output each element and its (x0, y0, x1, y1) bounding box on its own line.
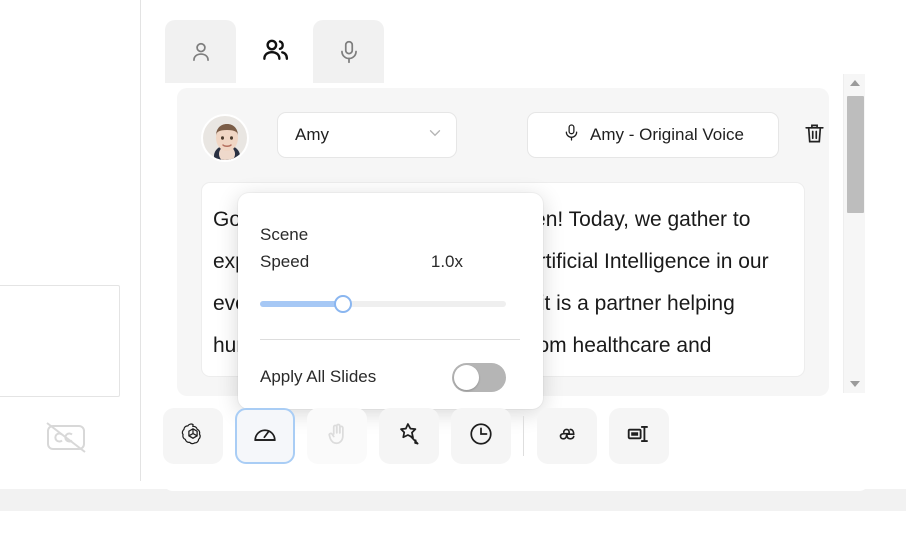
voice-select-button[interactable]: Amy - Original Voice (527, 112, 779, 158)
apply-all-slides-row: Apply All Slides (260, 361, 520, 393)
microphone-icon (336, 39, 362, 65)
ae-ligature-icon (554, 421, 580, 452)
scrollbar-thumb[interactable] (847, 96, 864, 213)
speaker-header-row: Amy Amy - Original Voice (201, 112, 824, 164)
speed-value: 1.0x (430, 252, 463, 271)
toolbar-button-text-break[interactable] (609, 408, 669, 464)
toolbar-button-ai-assistant[interactable] (163, 408, 223, 464)
app-root: Amy Amy - Original Voice Today, we gathe… (0, 0, 906, 546)
toolbar-button-pause[interactable] (451, 408, 511, 464)
speed-row: Speed 1.0x (260, 252, 515, 272)
speed-label: Speed (260, 252, 310, 271)
toolbar-button-gesture[interactable] (307, 408, 367, 464)
toolbar-button-speed[interactable] (235, 408, 295, 464)
vertical-scrollbar[interactable] (843, 74, 865, 393)
tab-voice[interactable] (313, 20, 384, 83)
panel-divider (140, 0, 141, 481)
toggle-knob (454, 365, 479, 390)
delete-speaker-button[interactable] (794, 116, 834, 156)
slide-canvas-preview[interactable] (0, 285, 120, 397)
openai-logo-icon (180, 421, 206, 452)
apply-all-slides-toggle[interactable] (452, 363, 506, 392)
tab-strip (163, 10, 563, 83)
people-icon (260, 35, 290, 65)
text-break-icon (626, 421, 652, 452)
slider-fill (260, 301, 344, 307)
editor-toolbar (163, 408, 703, 464)
scene-speed-popover: Scene Speed 1.0x Apply All Slides (238, 193, 543, 409)
hand-wave-icon (324, 421, 350, 452)
trash-icon (802, 121, 827, 151)
tab-multi-speaker[interactable] (239, 17, 310, 83)
popover-divider (260, 339, 520, 340)
bottom-status-band (0, 489, 906, 511)
voice-label: Amy - Original Voice (590, 125, 744, 144)
caret-down-icon[interactable] (844, 375, 866, 393)
speed-slider[interactable] (260, 295, 515, 313)
speedometer-icon (252, 421, 278, 452)
slider-handle[interactable] (334, 295, 352, 313)
toolbar-button-effects[interactable] (379, 408, 439, 464)
apply-all-slides-label: Apply All Slides (260, 367, 377, 386)
popover-title: Scene (260, 225, 309, 244)
clock-icon (468, 421, 494, 452)
toolbar-button-pronunciation[interactable] (537, 408, 597, 464)
toolbar-separator (523, 416, 524, 456)
speaker-name-value: Amy (295, 125, 329, 144)
chevron-down-icon (426, 124, 444, 147)
magic-wand-star-icon (396, 421, 422, 452)
tab-single-speaker[interactable] (165, 20, 236, 83)
caret-up-icon[interactable] (844, 74, 866, 92)
person-icon (188, 39, 214, 65)
avatar[interactable] (201, 114, 249, 162)
microphone-icon (562, 123, 581, 147)
captions-off-icon[interactable] (44, 420, 88, 454)
speaker-name-select[interactable]: Amy (277, 112, 457, 158)
